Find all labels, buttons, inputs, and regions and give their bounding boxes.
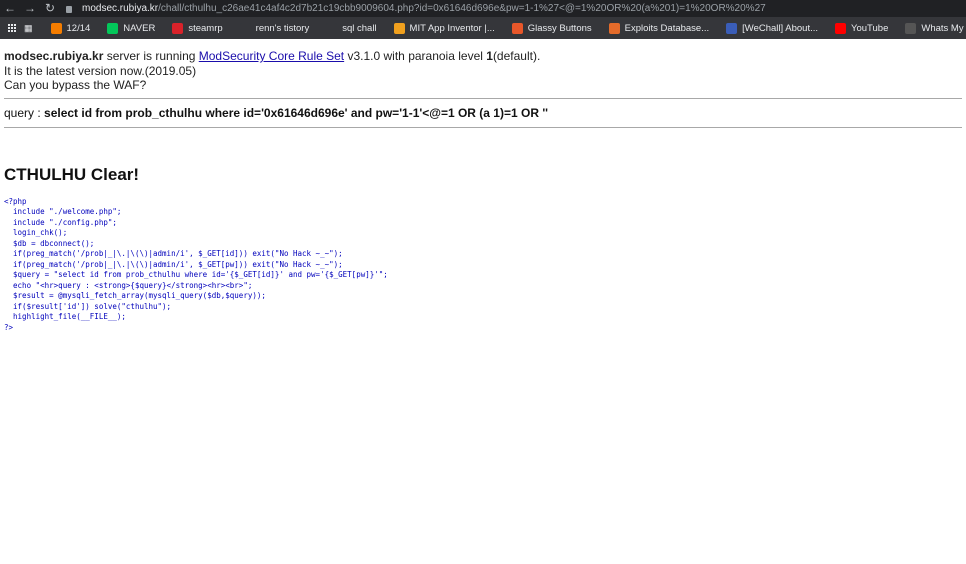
bookmark-label: Glassy Buttons [527,22,592,34]
code-line: $query = "select id from prob_cthulhu wh… [4,270,388,279]
crs-link[interactable]: ModSecurity Core Rule Set [199,49,344,63]
page-content: modsec.rubiya.kr server is running ModSe… [0,49,966,333]
bypass-line: Can you bypass the WAF? [4,78,147,92]
bookmark-item[interactable]: renn's tistory [239,22,310,34]
divider-bottom [4,126,962,128]
bookmark-list: 12/14 NAVER steamrp renn's tistory sql chall… [43,22,966,34]
bookmark-item[interactable]: sql chall [326,22,377,34]
code-line: include "./config.php"; [4,217,117,227]
bookmark-label: MIT App Inventor |... [409,22,495,34]
bookmark-item[interactable]: [WeChall] About... [726,22,819,34]
lock-icon [66,6,72,13]
bookmark-label: steamrp [188,22,223,34]
bookmark-item[interactable]: NAVER [107,22,156,34]
bookmark-label: sql chall [342,22,377,34]
code-line: ?> [4,322,14,332]
wechall-icon [726,22,738,34]
bookmark-item[interactable]: steamrp [172,22,223,34]
bookmark-label: Exploits Database... [624,22,710,34]
steam-icon [172,22,184,34]
latest-version-line: It is the latest version now.(2019.05) [4,63,197,78]
url-host: modsec.rubiya.kr [82,3,159,14]
bookmark-label: [WeChall] About... [742,22,819,34]
code-line: echo "<hr>query : <strong>{$query}</stro… [4,280,253,290]
paranoia-level: 1 [486,49,493,63]
server-info: modsec.rubiya.kr server is running ModSe… [4,49,962,93]
bookmark-item[interactable]: Whats My IP Addr... [905,22,966,34]
query-label: query : [4,105,45,120]
glassy-icon [511,22,523,34]
mit-icon [393,22,405,34]
exploit-db-icon [608,22,620,34]
server-host: modsec.rubiya.kr [4,49,104,63]
bookmark-label: NAVER [123,22,156,34]
bookmark-item[interactable]: YouTube [835,22,889,34]
youtube-icon [835,22,847,34]
blogger-icon [50,22,62,34]
code-line: if(preg_match('/prob|_|\.|\(\)|admin/i',… [4,249,343,258]
address-bar[interactable]: modsec.rubiya.kr/chall/cthulhu_c26ae41c4… [66,3,766,14]
server-text-1: server is running [103,49,199,63]
url-path: /chall/cthulhu_c26ae41c4af4c2d7b21c19cbb… [158,3,766,14]
bookmark-item[interactable]: MIT App Inventor |... [393,22,495,34]
code-line: if($result['id']) solve("cthulhu"); [4,301,172,311]
query-sql: select id from prob_cthulhu where id='0x… [44,105,549,120]
reload-icon[interactable]: ↻ [40,0,60,17]
forward-icon[interactable]: → [20,0,40,17]
code-line: include "./welcome.php"; [4,207,122,216]
bookmark-label: YouTube [851,22,889,34]
grid-icon[interactable]: ▦ [24,23,33,34]
query-line: query : select id from prob_cthulhu wher… [4,99,962,127]
ip-icon [905,22,917,34]
bookmark-item[interactable]: Glassy Buttons [511,22,592,34]
server-text-2: v3.1.0 with paranoia level [344,49,487,63]
bookmark-item[interactable]: 12/14 [50,22,91,34]
bookmark-label: Whats My IP Addr... [921,22,966,34]
bookmark-label: renn's tistory [255,22,310,34]
bookmarks-bar: ▦ 12/14 NAVER steamrp renn's tistory sql cha… [0,17,966,39]
server-line: modsec.rubiya.kr server is running ModSe… [4,49,962,64]
code-line: highlight_file(__FILE__); [4,312,126,321]
naver-icon [107,22,119,34]
code-line: $result = @mysqli_fetch_array(mysqli_que… [4,291,266,300]
code-line: login_chk(); [4,228,68,237]
tistory-icon [239,22,251,34]
bookmark-label: 12/14 [66,22,91,34]
apps-icon[interactable] [8,24,16,32]
code-line: if(preg_match('/prob|_|\.|\(\)|admin/i',… [4,259,343,269]
code-line: <?php [4,196,27,206]
bookmark-item[interactable]: Exploits Database... [608,22,710,34]
server-text-3: (default). [492,49,541,63]
code-line: $db = dbconnect(); [4,238,95,248]
source-code: <?php include "./welcome.php"; include "… [4,197,962,334]
z-icon [326,22,338,34]
browser-toolbar: ← → ↻ modsec.rubiya.kr/chall/cthulhu_c26… [0,0,966,17]
clear-title: CTHULHU Clear! [4,164,140,184]
back-icon[interactable]: ← [0,0,20,17]
